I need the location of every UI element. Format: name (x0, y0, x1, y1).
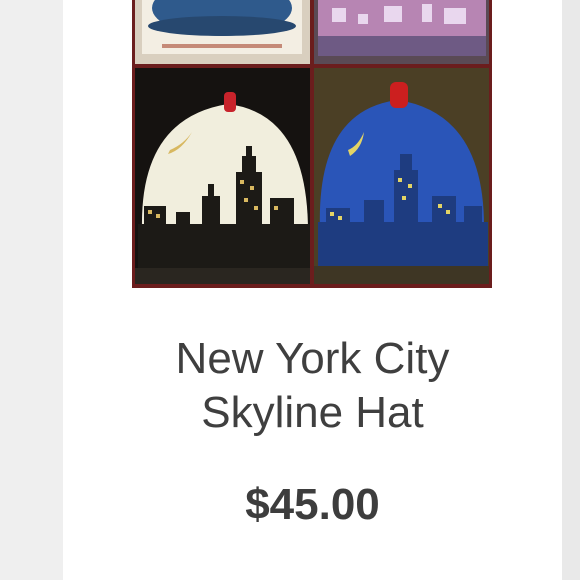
product-title-line-1[interactable]: New York City (63, 332, 562, 386)
product-price: $45.00 (245, 480, 380, 529)
product-title-line-2[interactable]: Skyline Hat (63, 386, 562, 440)
product-image[interactable] (132, 0, 492, 288)
product-title[interactable]: New York City Skyline Hat (63, 332, 562, 440)
page-edge-strip (562, 0, 580, 580)
